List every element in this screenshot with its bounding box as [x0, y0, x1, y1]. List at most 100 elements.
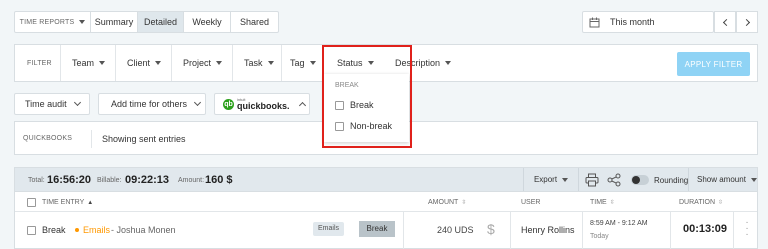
filter-tag[interactable]: Tag [282, 45, 324, 81]
next-period-button[interactable] [736, 11, 758, 33]
highlight-box [322, 45, 412, 148]
header-amount[interactable]: AMOUNT ⇳ [428, 199, 466, 206]
report-type-tabs: TIME REPORTS Summary Detailed Weekly Sha… [14, 11, 279, 33]
export-dropdown[interactable]: Export [523, 168, 579, 191]
header-time-entry-label: TIME ENTRY [42, 199, 85, 206]
table-row[interactable]: Break Emails - Joshua Monen Emails Break… [15, 212, 757, 249]
divider [670, 212, 671, 249]
sort-icon: ⇳ [718, 200, 724, 206]
sort-icon: ▲ [87, 200, 94, 206]
project-dot-icon [75, 228, 79, 232]
filter-team-label: Team [72, 58, 95, 68]
filter-task[interactable]: Task [233, 45, 282, 81]
entry-day: Today [590, 233, 609, 240]
sort-icon: ⇳ [461, 200, 467, 206]
chevron-down-icon [267, 61, 274, 65]
header-time-entry[interactable]: TIME ENTRY ▲ [42, 199, 93, 206]
rounding-toggle[interactable] [631, 175, 649, 185]
divider [403, 212, 404, 249]
chevron-down-icon [79, 20, 86, 24]
amount-label: Amount: [178, 177, 205, 184]
time-reports-label: TIME REPORTS [19, 18, 75, 26]
header-time[interactable]: TIME ⇳ [590, 199, 615, 206]
tab-detailed[interactable]: Detailed [138, 12, 184, 32]
entry-user: Henry Rollins [521, 225, 575, 235]
quickbooks-label: quickbooks. [237, 100, 290, 111]
chevron-down-icon [194, 98, 202, 107]
entry-tag[interactable]: Emails [313, 222, 345, 236]
header-time-label: TIME [590, 199, 607, 206]
filter-client[interactable]: Client [116, 45, 172, 81]
row-checkbox[interactable] [27, 226, 36, 235]
tab-summary[interactable]: Summary [91, 12, 138, 32]
apply-filter-button[interactable]: APPLY FILTER [677, 52, 750, 76]
total-label: Total: [28, 177, 45, 184]
time-audit-dropdown[interactable]: Time audit [14, 93, 90, 115]
add-time-dropdown[interactable]: Add time for others [98, 93, 206, 115]
entry-time-range[interactable]: 8:59 AM - 9:12 AM [590, 220, 648, 227]
header-duration[interactable]: DURATION ⇳ [679, 199, 723, 206]
chevron-up-icon [298, 101, 306, 110]
time-reports-dropdown[interactable]: TIME REPORTS [15, 12, 91, 32]
print-button[interactable] [585, 173, 599, 187]
filter-task-label: Task [244, 58, 263, 68]
tab-weekly[interactable]: Weekly [184, 12, 231, 32]
date-range-label: This month [610, 17, 655, 27]
rounding-label: Rounding [654, 176, 689, 185]
entry-duration[interactable]: 00:13:09 [683, 223, 727, 235]
quickbooks-logo: intuit quickbooks. [237, 97, 290, 111]
header-amount-label: AMOUNT [428, 199, 459, 206]
time-audit-label: Time audit [25, 99, 67, 109]
quickbooks-bar-label: QUICKBOOKS [23, 135, 73, 142]
filter-project-label: Project [183, 58, 212, 68]
toggle-knob [632, 176, 640, 184]
filter-tag-label: Tag [290, 58, 305, 68]
entry-amount: 240 UDS [437, 225, 474, 235]
export-label: Export [533, 175, 558, 184]
chevron-down-icon [562, 177, 569, 182]
filter-team[interactable]: Team [60, 45, 116, 81]
quickbooks-logo-icon: qb [223, 98, 234, 110]
print-icon [585, 173, 599, 187]
billable-dollar-icon[interactable]: $ [487, 221, 495, 237]
header-duration-label: DURATION [679, 199, 716, 206]
date-range-picker[interactable]: This month [582, 11, 714, 33]
entry-status-badge[interactable]: Break [359, 221, 395, 237]
chevron-down-icon [445, 61, 452, 65]
entry-client: - Joshua Monen [111, 225, 176, 235]
add-time-label: Add time for others [111, 99, 188, 109]
table-header: TIME ENTRY ▲ AMOUNT ⇳ USER TIME ⇳ DURATION ⇳ [15, 192, 757, 212]
billable-value: 09:22:13 [125, 174, 170, 186]
share-button[interactable] [607, 173, 621, 187]
more-options-icon[interactable]: · · · [744, 218, 750, 240]
amount-value: 160 $ [205, 174, 233, 186]
chevron-right-icon [742, 18, 750, 26]
prev-period-button[interactable] [714, 11, 736, 33]
sort-icon: ⇳ [609, 200, 615, 206]
chevron-left-icon [722, 18, 730, 26]
chevron-down-icon [73, 98, 81, 107]
chevron-down-icon [99, 61, 106, 65]
chevron-down-icon [216, 61, 223, 65]
show-amount-label: Show amount [697, 175, 746, 184]
header-user[interactable]: USER [521, 199, 540, 206]
tab-shared[interactable]: Shared [231, 12, 278, 32]
quickbooks-status: Showing sent entries [102, 134, 186, 144]
share-icon [607, 173, 621, 187]
summary-bar: Total: 16:56:20 Billable: 09:22:13 Amoun… [14, 167, 758, 192]
filter-label: FILTER [27, 60, 52, 67]
show-amount-dropdown[interactable]: Show amount [688, 168, 758, 191]
chevron-down-icon [155, 61, 162, 65]
chevron-down-icon [750, 177, 757, 182]
filter-project[interactable]: Project [172, 45, 233, 81]
select-all-checkbox[interactable] [27, 198, 36, 207]
entry-description[interactable]: Break [42, 225, 66, 235]
entry-project[interactable]: Emails [83, 225, 110, 235]
filter-client-label: Client [127, 58, 151, 68]
chevron-down-icon [309, 61, 316, 65]
calendar-icon [589, 17, 600, 27]
divider [733, 212, 734, 249]
divider [510, 212, 511, 249]
quickbooks-dropdown[interactable]: qb intuit quickbooks. [214, 93, 310, 115]
total-value: 16:56:20 [47, 174, 92, 186]
